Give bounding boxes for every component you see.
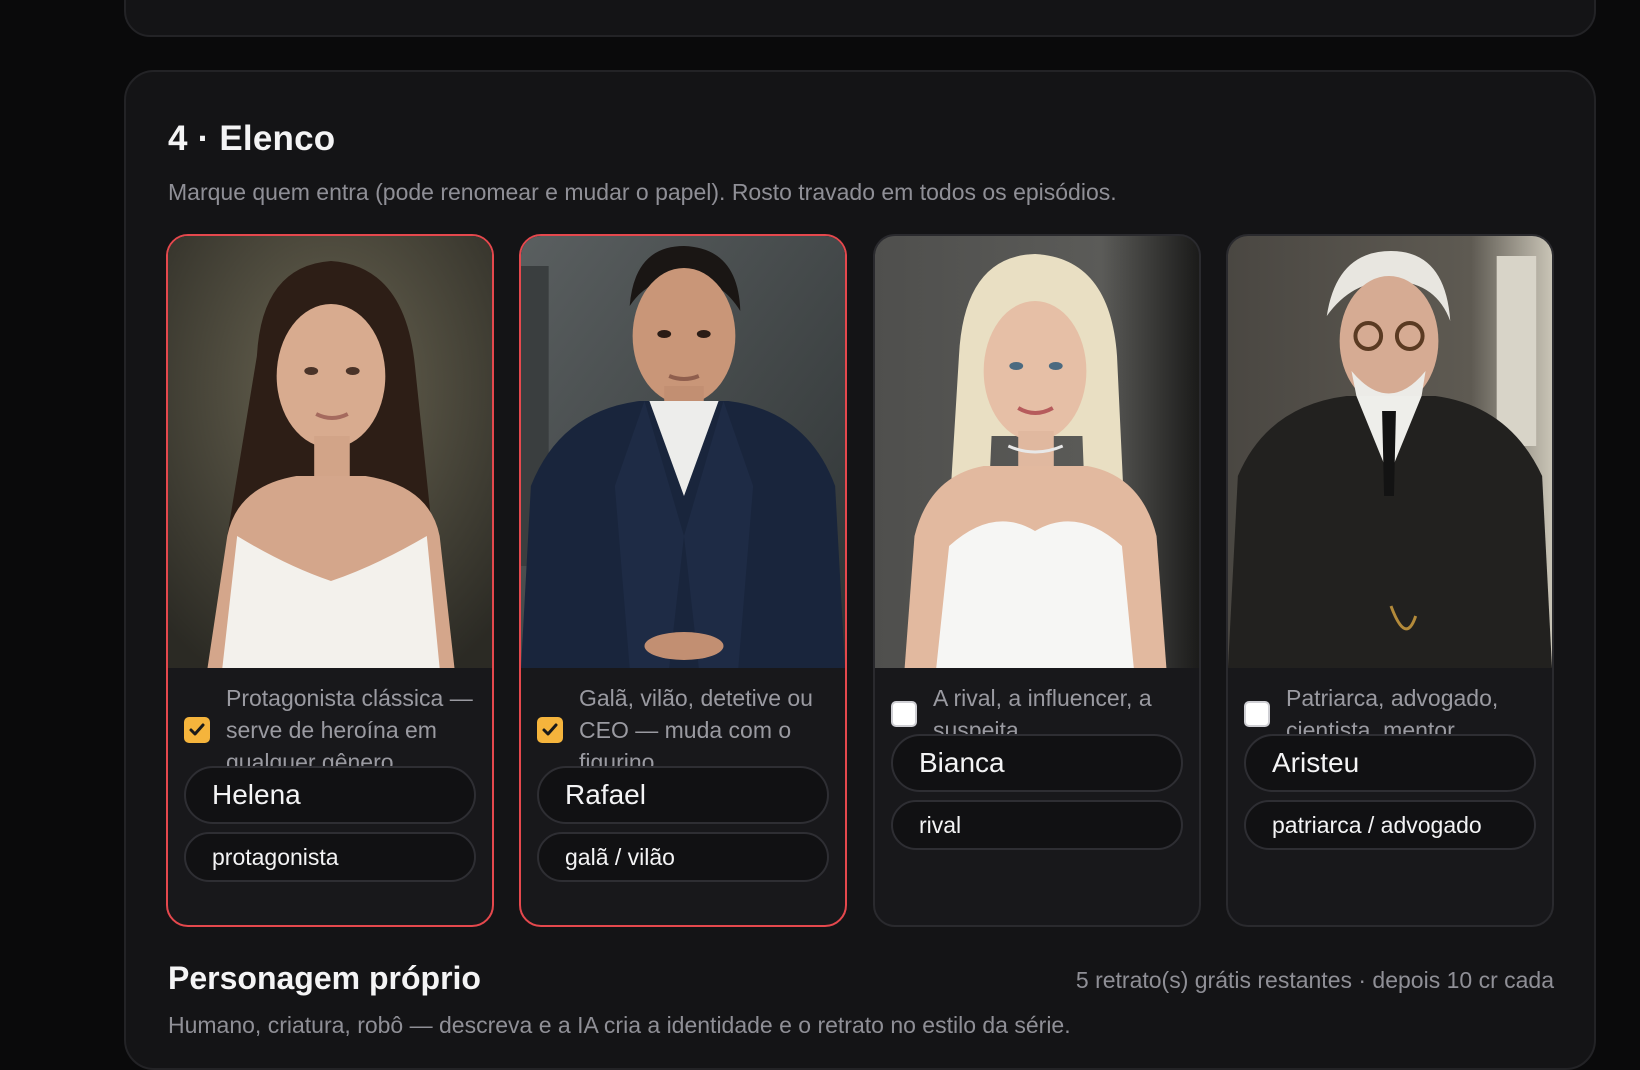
select-row: Galã, vilão, detetive ou CEO — muda com … — [537, 682, 833, 778]
select-checkbox[interactable] — [891, 701, 917, 727]
cast-card-helena[interactable]: Protagonista clássica — serve de heroína… — [166, 234, 494, 927]
select-checkbox[interactable] — [1244, 701, 1270, 727]
select-row: Protagonista clássica — serve de heroína… — [184, 682, 480, 778]
section-subtitle: Marque quem entra (pode renomear e mudar… — [168, 179, 1117, 205]
character-name-input[interactable]: Bianca — [891, 734, 1183, 792]
character-name-input[interactable]: Rafael — [537, 766, 829, 824]
check-icon — [542, 723, 558, 736]
select-checkbox[interactable] — [184, 717, 210, 743]
free-portraits-counter: 5 retrato(s) grátis restantes · depois 1… — [1075, 967, 1554, 993]
character-role-input[interactable]: rival — [891, 800, 1183, 850]
cast-card-aristeu[interactable]: Patriarca, advogado, cientista, mentor. … — [1226, 234, 1554, 927]
character-role-input[interactable]: galã / vilão — [537, 832, 829, 882]
custom-character-subtitle: Humano, criatura, robô — descreva e a IA… — [168, 1012, 1071, 1038]
cast-section-panel: 4 · Elenco Marque quem entra (pode renom… — [124, 70, 1596, 1070]
portrait-photo-helena — [168, 236, 492, 668]
check-icon — [189, 723, 205, 736]
cast-card-rafael[interactable]: Galã, vilão, detetive ou CEO — muda com … — [519, 234, 847, 927]
portrait-photo-bianca — [875, 236, 1199, 668]
portrait-photo-aristeu — [1228, 236, 1552, 668]
previous-section-panel — [124, 0, 1596, 37]
character-description: Protagonista clássica — serve de heroína… — [226, 685, 473, 775]
character-role-input[interactable]: patriarca / advogado — [1244, 800, 1536, 850]
cast-card-bianca[interactable]: A rival, a influencer, a suspeita. Bianc… — [873, 234, 1201, 927]
character-description: Galã, vilão, detetive ou CEO — muda com … — [579, 685, 813, 775]
custom-character-title: Personagem próprio — [168, 960, 481, 996]
character-role-input[interactable]: protagonista — [184, 832, 476, 882]
section-title: 4 · Elenco — [168, 119, 336, 158]
character-name-input[interactable]: Aristeu — [1244, 734, 1536, 792]
portrait-photo-rafael — [521, 236, 845, 668]
select-checkbox[interactable] — [537, 717, 563, 743]
character-name-input[interactable]: Helena — [184, 766, 476, 824]
